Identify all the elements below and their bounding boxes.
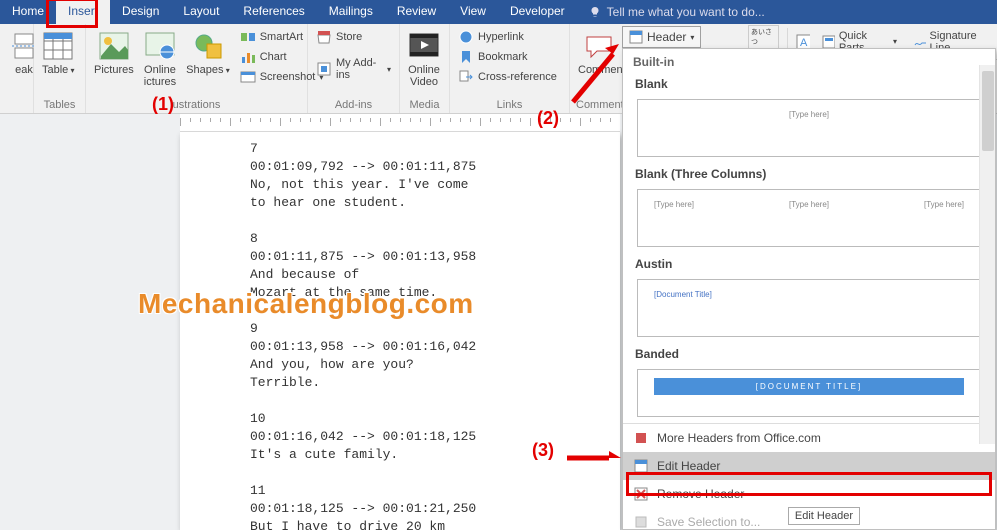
chevron-down-icon: ▾ [690, 33, 694, 42]
svg-text:A: A [800, 37, 808, 49]
header-dropdown-button[interactable]: Header ▾ [622, 26, 701, 48]
remove-header-button[interactable]: Remove Header [623, 480, 995, 508]
group-comments-label: Comments [576, 97, 618, 111]
tell-me-text: Tell me what you want to do... [607, 5, 765, 19]
comment-button[interactable]: Commen [576, 28, 625, 78]
page-header-icon [629, 30, 643, 44]
my-addins-button[interactable]: My Add-ins ▾ [314, 56, 393, 82]
srt-time: 00:01:18,125 --> 00:01:21,250 [250, 500, 602, 518]
gallery-item-blank-label: Blank [623, 71, 995, 95]
srt-time: 00:01:09,792 --> 00:01:11,875 [250, 158, 602, 176]
store-button[interactable]: Store [314, 28, 393, 46]
tab-design[interactable]: Design [110, 0, 171, 24]
edit-header-button[interactable]: Edit Header [623, 452, 995, 480]
tab-mailings[interactable]: Mailings [317, 0, 385, 24]
online-video-button[interactable]: OnlineVideo [406, 28, 442, 90]
tab-home[interactable]: Home [0, 0, 56, 24]
group-media-label: Media [406, 97, 443, 111]
srt-index: 8 [250, 230, 602, 248]
ribbon-tabs: Home Insert Design Layout References Mai… [0, 0, 997, 24]
tab-references[interactable]: References [231, 0, 316, 24]
srt-index: 9 [250, 320, 602, 338]
group-illustrations-label: ustrations [92, 97, 301, 111]
document-page[interactable]: 7 00:01:09,792 --> 00:01:11,875 No, not … [180, 132, 620, 530]
shapes-button[interactable]: Shapes ▾ [184, 28, 232, 79]
srt-line: And you, how are you? [250, 356, 602, 374]
page-header-icon [633, 458, 649, 474]
remove-icon [633, 486, 649, 502]
srt-time: 00:01:11,875 --> 00:01:13,958 [250, 248, 602, 266]
tell-me-box[interactable]: Tell me what you want to do... [577, 0, 765, 24]
hyperlink-button[interactable]: Hyperlink [456, 28, 559, 46]
horizontal-ruler[interactable] [180, 114, 620, 132]
gallery-item-blank3[interactable]: [Type here] [Type here] [Type here] [637, 189, 981, 247]
lightbulb-icon [589, 6, 601, 18]
edit-header-tooltip: Edit Header [788, 507, 860, 525]
gallery-item-austin-label: Austin [623, 251, 995, 275]
gallery-item-banded-label: Banded [623, 341, 995, 365]
tab-review[interactable]: Review [385, 0, 448, 24]
gallery-item-austin[interactable]: [Document Title] [637, 279, 981, 337]
tab-view[interactable]: View [448, 0, 498, 24]
bookmark-button[interactable]: Bookmark [456, 48, 559, 66]
group-addins-label: Add-ins [314, 97, 393, 111]
srt-line: to hear one student. [250, 194, 602, 212]
cross-reference-button[interactable]: Cross-reference [456, 68, 559, 86]
srt-line: No, not this year. I've come [250, 176, 602, 194]
scrollbar-thumb[interactable] [982, 71, 994, 151]
srt-index: 11 [250, 482, 602, 500]
group-links-label: Links [456, 97, 563, 111]
group-tables-label: Tables [40, 97, 79, 111]
gallery-item-banded[interactable]: [DOCUMENT TITLE] [637, 369, 981, 417]
gallery-item-blank[interactable]: [Type here] [637, 99, 981, 157]
office-icon [633, 430, 649, 446]
tab-developer[interactable]: Developer [498, 0, 577, 24]
table-button[interactable]: Table ▾ [40, 28, 77, 79]
srt-line: It's a cute family. [250, 446, 602, 464]
gallery-scrollbar[interactable] [979, 65, 995, 444]
online-pictures-button[interactable]: Onlineictures [142, 28, 178, 90]
srt-line: And because of [250, 266, 602, 284]
more-headers-button[interactable]: More Headers from Office.com [623, 424, 995, 452]
srt-line: Mozart at the same time. [250, 284, 602, 302]
pictures-button[interactable]: Pictures [92, 28, 136, 78]
header-gallery-dropdown: Built-in Blank [Type here] Blank (Three … [622, 48, 996, 530]
srt-time: 00:01:16,042 --> 00:01:18,125 [250, 428, 602, 446]
srt-time: 00:01:13,958 --> 00:01:16,042 [250, 338, 602, 356]
tab-layout[interactable]: Layout [171, 0, 231, 24]
save-icon [633, 514, 649, 530]
srt-line: Terrible. [250, 374, 602, 392]
srt-index: 7 [250, 140, 602, 158]
tab-insert[interactable]: Insert [56, 0, 110, 24]
gallery-section-builtin: Built-in [623, 49, 995, 71]
srt-line: But I have to drive 20 km [250, 518, 602, 530]
gallery-item-blank3-label: Blank (Three Columns) [623, 161, 995, 185]
srt-index: 10 [250, 410, 602, 428]
